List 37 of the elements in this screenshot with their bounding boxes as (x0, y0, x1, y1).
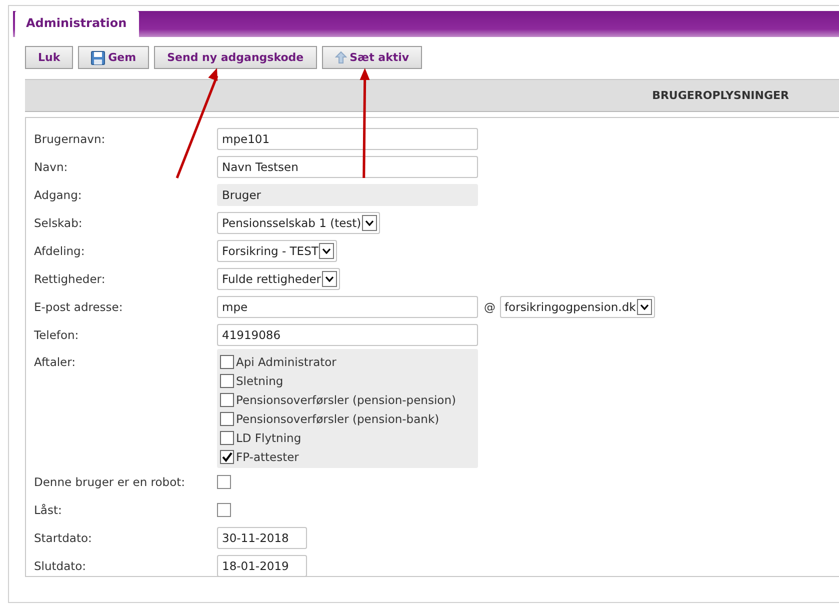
field-label: Brugernavn: (34, 132, 106, 146)
checkbox-label: Sletning (236, 374, 284, 388)
field-label: Selskab: (34, 216, 84, 230)
field-label: Afdeling: (34, 244, 86, 258)
field-label: Telefon: (34, 328, 80, 342)
checkbox-label: Pensionsoverførsler (pension-bank) (236, 412, 440, 426)
date-field[interactable]: 18-01-2019 (217, 555, 307, 577)
dropdown[interactable]: Pensionsselskab 1 (test) (217, 212, 380, 234)
text-field[interactable]: Navn Testsen (217, 156, 478, 178)
date-field[interactable]: 30-11-2018 (217, 527, 307, 549)
section-title: BRUGEROPLYSNINGER (652, 89, 789, 102)
checkbox-label: LD Flytning (236, 430, 302, 444)
field-label: Adgang: (34, 188, 83, 202)
toolbar-button[interactable]: Sæt aktiv (322, 46, 422, 69)
toolbar-button[interactable]: Send ny adgangskode (154, 46, 317, 69)
toolbar-button[interactable]: Luk (25, 46, 74, 69)
tab[interactable]: Administration (15, 11, 139, 37)
field-label: Navn: (34, 160, 69, 174)
text-field[interactable]: 41919086 (217, 324, 478, 346)
readonly-field: Bruger (217, 184, 478, 206)
checkbox-label: FP-attester (236, 450, 299, 464)
text-field[interactable]: mpe101 (217, 128, 478, 150)
field-label: Aftaler: (34, 354, 77, 369)
field-label: Låst: (34, 503, 63, 517)
field-label: Slutdato: (34, 559, 88, 573)
field-label: Startdato: (34, 531, 93, 545)
field-label: Denne bruger er en robot: (34, 475, 186, 489)
dropdown[interactable]: forsikringogpension.dk (500, 296, 655, 318)
checkbox-label: Api Administrator (236, 354, 336, 368)
field-label: Rettigheder: (34, 272, 106, 286)
toolbar-button[interactable]: Gem (78, 46, 150, 69)
field-label: E-post adresse: (34, 300, 124, 314)
email-field[interactable]: mpe (217, 296, 478, 318)
checkbox-label: Pensionsoverførsler (pension-pension) (236, 392, 456, 406)
dropdown[interactable]: Forsikring - TEST (217, 240, 338, 262)
dropdown[interactable]: Fulde rettigheder (217, 268, 340, 290)
at-sign: @ (484, 300, 496, 314)
